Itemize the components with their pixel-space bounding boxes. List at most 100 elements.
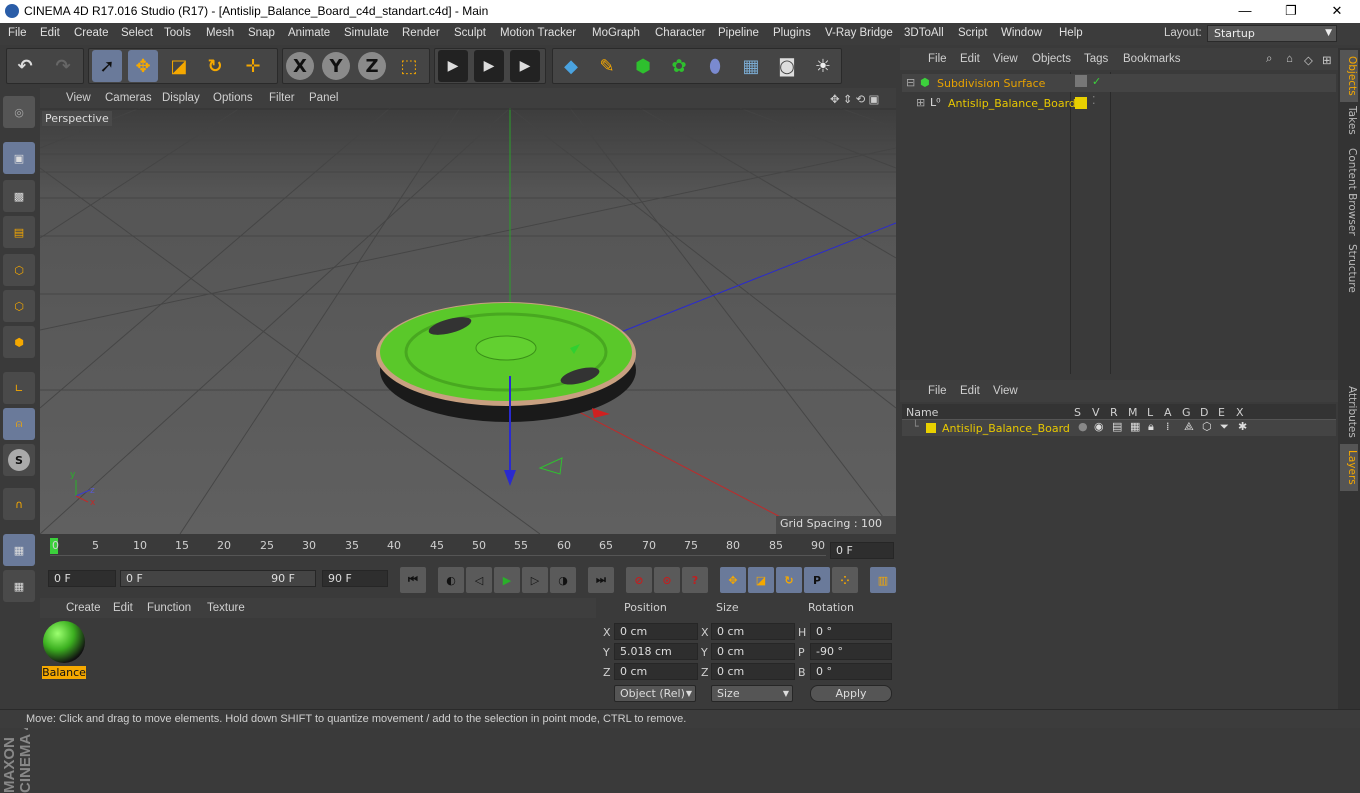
tab-content-browser[interactable]: Content Browser: [1340, 142, 1358, 242]
material-menu-edit[interactable]: Edit: [113, 602, 133, 614]
previous-key-icon[interactable]: ◐: [438, 567, 464, 593]
rotation-p-field[interactable]: -90 °: [810, 643, 892, 660]
menu-vray-bridge[interactable]: V-Ray Bridge: [825, 27, 893, 39]
make-editable-icon[interactable]: ◎: [3, 96, 35, 128]
visibility-dots-icon[interactable]: ⁚: [1092, 94, 1096, 107]
go-to-start-icon[interactable]: ⏮: [400, 567, 426, 593]
next-frame-icon[interactable]: ▷: [522, 567, 548, 593]
tab-layers[interactable]: Layers: [1340, 444, 1358, 491]
cube-primitive-icon[interactable]: ◆: [556, 50, 586, 82]
layer-color-swatch[interactable]: [926, 423, 936, 433]
generators-toggle-icon[interactable]: ⟁: [1184, 420, 1194, 434]
home-icon[interactable]: ⌂: [1286, 53, 1293, 65]
record-keys-icon[interactable]: ⊘: [626, 567, 652, 593]
tab-structure[interactable]: Structure: [1340, 238, 1358, 299]
size-mode-select[interactable]: Size ▼: [711, 685, 793, 702]
render-picture-viewer-icon[interactable]: ▶: [474, 50, 504, 82]
workplane-dynamic-icon[interactable]: ▦: [3, 570, 35, 602]
menu-simulate[interactable]: Simulate: [344, 27, 389, 39]
perspective-viewport[interactable]: Perspective y z x Grid Spacing : 100 cm: [40, 108, 896, 534]
cloner-icon[interactable]: ✿: [664, 50, 694, 82]
autokey-icon[interactable]: ⊙: [654, 567, 680, 593]
maximize-button[interactable]: ❐: [1268, 0, 1314, 23]
menu-mograph[interactable]: MoGraph: [592, 27, 640, 39]
current-frame-field[interactable]: 0 F: [830, 542, 894, 559]
transform-tool-icon[interactable]: ✛: [238, 50, 268, 82]
viewport-menu-display[interactable]: Display: [162, 92, 200, 104]
deformer-icon[interactable]: ⬮: [700, 50, 730, 82]
light-icon[interactable]: ☀: [808, 50, 838, 82]
menu-motion-tracker[interactable]: Motion Tracker: [500, 27, 576, 39]
menu-pipeline[interactable]: Pipeline: [718, 27, 759, 39]
menu-animate[interactable]: Animate: [288, 27, 330, 39]
menu-character[interactable]: Character: [655, 27, 706, 39]
texture-mode-icon[interactable]: ▩: [3, 180, 35, 212]
y-axis-lock-button[interactable]: Y: [322, 52, 350, 80]
collapse-icon[interactable]: ⊟: [906, 76, 915, 89]
menu-render[interactable]: Render: [402, 27, 440, 39]
layers-menu-file[interactable]: File: [928, 385, 947, 397]
expand-icon[interactable]: ⊞: [916, 96, 925, 109]
layers-menu-edit[interactable]: Edit: [960, 385, 980, 397]
new-window-icon[interactable]: ⊞: [1322, 53, 1332, 67]
tab-attributes[interactable]: Attributes: [1340, 380, 1358, 444]
minimize-button[interactable]: —: [1222, 0, 1268, 23]
workplane-lock-icon[interactable]: ▦: [3, 534, 35, 566]
object-row[interactable]: ⊞ L⁰ Antislip_Balance_Board ⁚: [902, 94, 1336, 112]
play-icon[interactable]: ▶: [494, 567, 520, 593]
render-view-icon[interactable]: ▶: [438, 50, 468, 82]
viewport-menu-options[interactable]: Options: [213, 92, 253, 104]
scale-tool-icon[interactable]: ◪: [164, 50, 194, 82]
close-button[interactable]: ✕: [1314, 0, 1360, 23]
key-position-icon[interactable]: ✥: [720, 567, 746, 593]
material-swatch-balance[interactable]: Balance: [42, 620, 86, 680]
layer-row[interactable]: └ Antislip_Balance_Board ● ◉ ▤ ▦ 🔒︎ ⁞ ⟁ …: [902, 420, 1336, 436]
render-settings-icon[interactable]: ▶: [510, 50, 540, 82]
menu-tools[interactable]: Tools: [164, 27, 191, 39]
coordinate-system-icon[interactable]: ⬚: [394, 50, 424, 82]
key-rotation-icon[interactable]: ↻: [776, 567, 802, 593]
redo-icon[interactable]: ↷: [48, 50, 78, 82]
viewport-navigation-icons[interactable]: ✥ ⇕ ⟲ ▣: [830, 92, 879, 106]
key-pla-icon[interactable]: ⁘: [832, 567, 858, 593]
key-scale-icon[interactable]: ◪: [748, 567, 774, 593]
tab-takes[interactable]: Takes: [1340, 100, 1358, 141]
layer-name[interactable]: Antislip_Balance_Board: [942, 422, 1070, 435]
snap-magnet-icon[interactable]: ∩: [3, 488, 35, 520]
x-axis-lock-button[interactable]: X: [286, 52, 314, 80]
position-x-field[interactable]: 0 cm: [614, 623, 698, 640]
objects-menu-tags[interactable]: Tags: [1084, 53, 1108, 65]
menu-mesh[interactable]: Mesh: [206, 27, 234, 39]
object-name[interactable]: Subdivision Surface: [937, 77, 1045, 90]
position-z-field[interactable]: 0 cm: [614, 663, 698, 680]
tab-objects[interactable]: Objects: [1340, 50, 1358, 102]
viewport-camera-label[interactable]: Perspective: [42, 111, 112, 126]
points-mode-icon[interactable]: ⬡: [3, 254, 35, 286]
objects-menu-edit[interactable]: Edit: [960, 53, 980, 65]
objects-menu-view[interactable]: View: [993, 53, 1018, 65]
solo-mode-icon[interactable]: S: [3, 444, 35, 476]
keyframe-selection-icon[interactable]: ?: [682, 567, 708, 593]
size-x-field[interactable]: 0 cm: [711, 623, 795, 640]
material-menu-texture[interactable]: Texture: [207, 602, 245, 614]
select-cursor-icon[interactable]: ➚: [92, 50, 122, 82]
previous-frame-icon[interactable]: ◁: [466, 567, 492, 593]
viewport-menu-cameras[interactable]: Cameras: [105, 92, 152, 104]
frame-range-slider[interactable]: 0 F 90 F: [120, 570, 316, 587]
rotation-h-field[interactable]: 0 °: [810, 623, 892, 640]
timeline-ruler[interactable]: 0 5 10 15 20 25 30 35 40 45 50 55 60 65 …: [40, 536, 896, 564]
expressions-toggle-icon[interactable]: ⏷: [1220, 420, 1229, 434]
menu-sculpt[interactable]: Sculpt: [454, 27, 486, 39]
view-toggle-icon[interactable]: ◉: [1094, 420, 1104, 433]
polygons-mode-icon[interactable]: ⬢: [3, 326, 35, 358]
apply-button[interactable]: Apply: [810, 685, 892, 702]
timeline-window-icon[interactable]: ▥: [870, 567, 896, 593]
z-axis-lock-button[interactable]: Z: [358, 52, 386, 80]
menu-create[interactable]: Create: [74, 27, 109, 39]
floor-environment-icon[interactable]: ▦: [736, 50, 766, 82]
size-z-field[interactable]: 0 cm: [711, 663, 795, 680]
objects-menu-objects[interactable]: Objects: [1032, 53, 1071, 65]
enabled-check-icon[interactable]: ✓: [1092, 75, 1101, 88]
menu-script[interactable]: Script: [958, 27, 987, 39]
menu-select[interactable]: Select: [121, 27, 153, 39]
